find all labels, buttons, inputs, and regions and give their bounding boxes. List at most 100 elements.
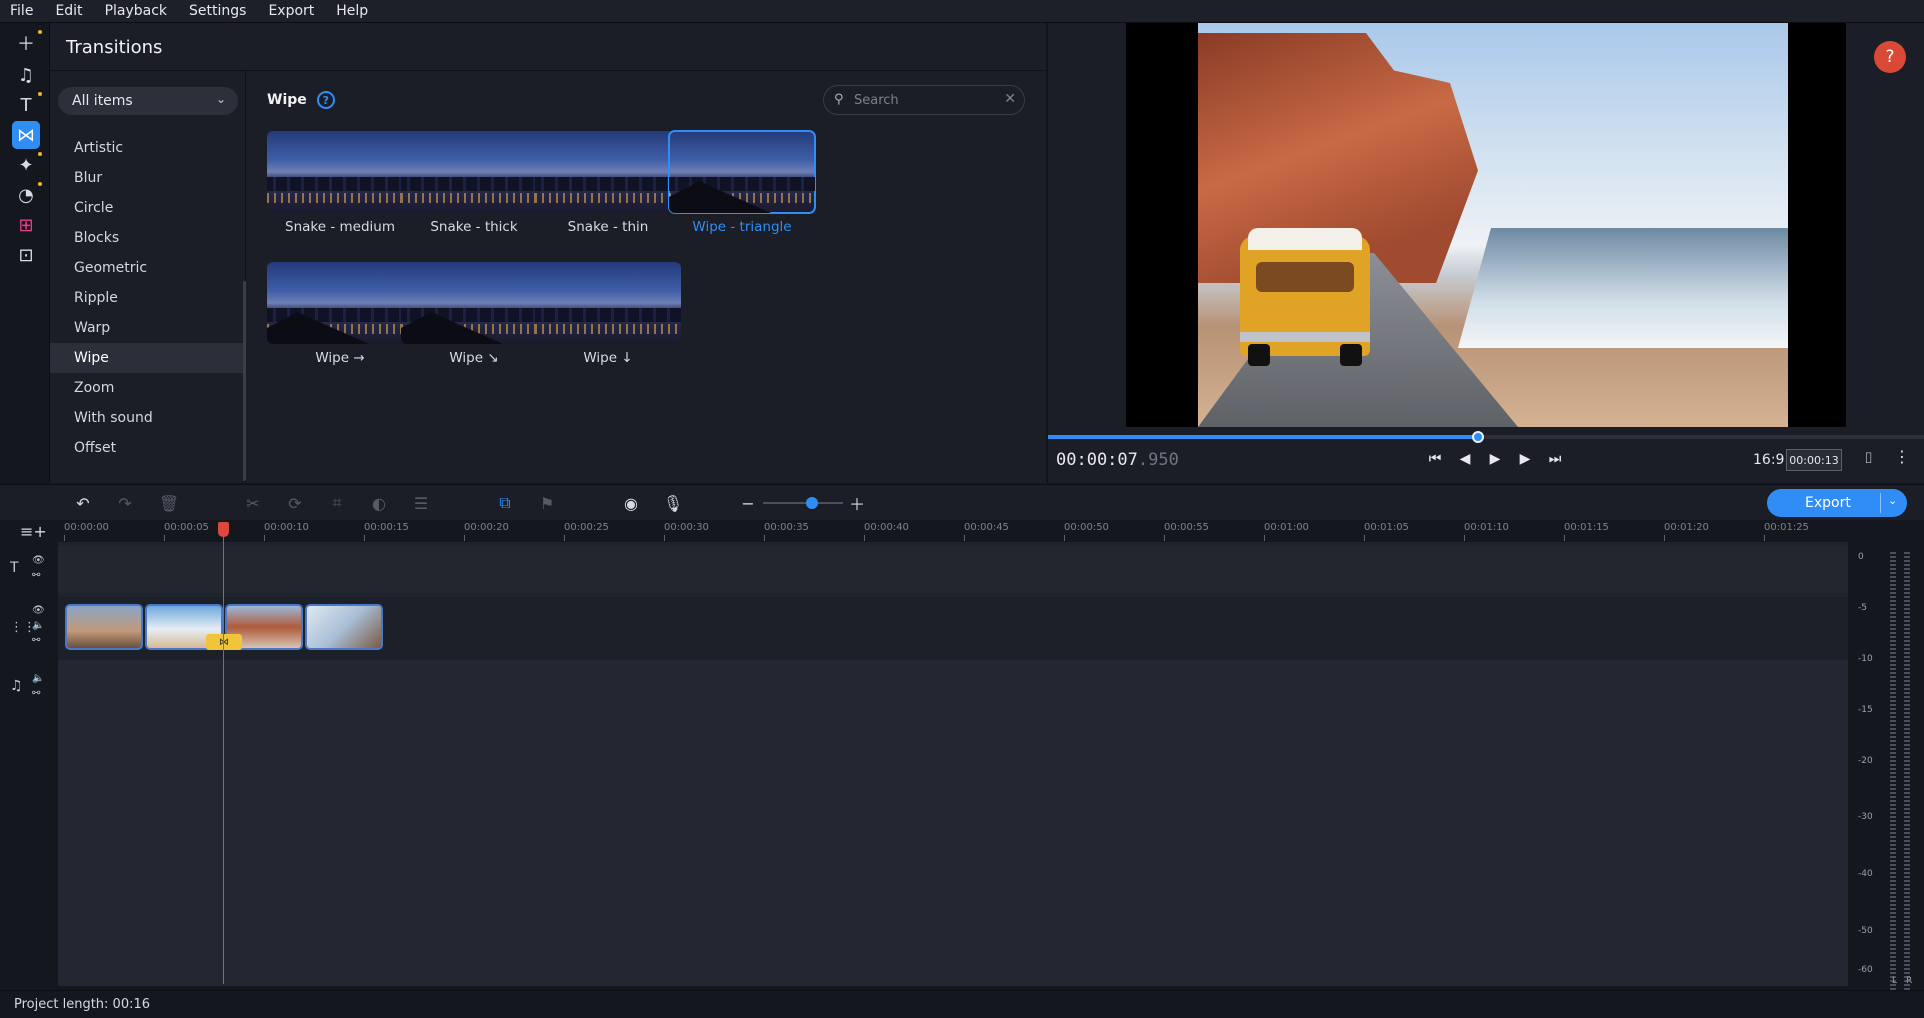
visibility-eye-icon[interactable]: 👁 (32, 605, 45, 616)
microphone-icon[interactable]: 🎙 (662, 492, 684, 514)
category-ripple[interactable]: Ripple (50, 283, 243, 313)
ruler-tick: 00:00:30 (664, 522, 709, 541)
store-icon[interactable]: ⊞ (12, 211, 40, 239)
category-blur[interactable]: Blur (50, 163, 243, 193)
time-ruler[interactable]: 00:00:00 00:00:05 00:00:10 00:00:15 00:00:20… (58, 520, 1848, 542)
video-clip[interactable] (305, 604, 383, 650)
volume-icon[interactable]: 🔈 (32, 620, 44, 631)
transition-label: Wipe ↘ (449, 350, 499, 366)
search-input[interactable] (854, 90, 994, 110)
step-back-icon[interactable]: ◀︎ (1454, 448, 1476, 470)
chevron-down-icon: ⌄ (215, 92, 226, 106)
visibility-eye-icon[interactable]: 👁 (32, 555, 45, 566)
category-artistic[interactable]: Artistic (50, 133, 243, 163)
menu-playback[interactable]: Playback (105, 3, 167, 19)
text-track[interactable] (58, 546, 1848, 593)
delete-icon[interactable]: 🗑 (158, 492, 180, 514)
menu-edit[interactable]: Edit (55, 3, 82, 19)
more-vertical-icon[interactable]: ⋮ (1894, 447, 1910, 466)
category-zoom[interactable]: Zoom (50, 373, 243, 403)
chevron-down-icon[interactable]: ⌄ (1888, 494, 1897, 507)
category-geometric[interactable]: Geometric (50, 253, 243, 283)
category-offset[interactable]: Offset (50, 433, 243, 463)
ruler-tick: 00:00:15 (364, 522, 409, 541)
webcam-icon[interactable]: ◉ (620, 492, 642, 514)
video-preview[interactable] (1126, 23, 1846, 427)
transition-snake-thick[interactable]: Snake - thick (401, 131, 547, 235)
cut-icon[interactable]: ✂ (242, 492, 264, 514)
transition-wipe-right[interactable]: Wipe → (267, 262, 413, 366)
overlay-icon[interactable]: ⧉ (494, 492, 516, 514)
export-button[interactable]: Export ⌄ (1767, 489, 1907, 517)
unlink-icon[interactable]: ⚯ (32, 688, 40, 699)
category-circle[interactable]: Circle (50, 193, 243, 223)
plus-icon[interactable]: ＋ (12, 29, 42, 57)
music-note-icon[interactable]: ♫ (12, 61, 40, 89)
audio-track[interactable] (58, 660, 1848, 986)
magic-wand-icon[interactable]: ✦ (12, 151, 42, 179)
menu-settings[interactable]: Settings (189, 3, 246, 19)
meter-db-label: -5 (1858, 603, 1867, 613)
filter-dropdown-value: All items (72, 93, 133, 109)
zoom-slider[interactable] (763, 502, 843, 504)
transition-wipe-triangle[interactable]: Wipe - triangle (668, 130, 816, 235)
marker-flag-icon[interactable]: ⚑ (536, 492, 558, 514)
ruler-tick: 00:00:45 (964, 522, 1009, 541)
transition-snake-medium[interactable]: Snake - medium (267, 131, 413, 235)
transitions-grid: Wipe ? ⚲ ✕ Snake - medium Snake - thick … (247, 71, 1046, 483)
preview-panel: ? 00:00:07.950 ⏮ ◀︎ ▶ ▶︎ ⏭ 16:9 00:00:13… (1047, 23, 1924, 483)
menu-export[interactable]: Export (268, 3, 314, 19)
sticker-icon[interactable]: ◔ (12, 181, 42, 209)
zoom-in-icon[interactable]: ＋ (846, 492, 868, 514)
zoom-slider-handle[interactable] (806, 497, 818, 509)
video-clip[interactable] (65, 604, 143, 650)
search-icon: ⚲ (834, 92, 844, 107)
add-track-icon[interactable]: ≡+ (20, 522, 47, 541)
category-blocks[interactable]: Blocks (50, 223, 243, 253)
timecode-main: 00:00:07 (1056, 450, 1138, 470)
transition-wipe-diagonal[interactable]: Wipe ↘ (401, 262, 547, 366)
timeline-toolbar: ↶ ↷ 🗑 ✂ ⟳ ⌗ ◐ ☰ ⧉ ⚑ ◉ 🎙 − ＋ Export ⌄ (0, 484, 1924, 520)
meter-channel-left: L (1892, 976, 1898, 986)
meter-db-label: 0 (1858, 552, 1864, 562)
duration-field[interactable]: 00:00:13 (1786, 449, 1842, 471)
scrub-handle[interactable] (1471, 431, 1484, 443)
unlink-icon[interactable]: ⚯ (32, 635, 40, 646)
rotate-icon[interactable]: ⟳ (284, 492, 306, 514)
help-button[interactable]: ? (1874, 41, 1906, 73)
ruler-tick: 00:00:35 (764, 522, 809, 541)
color-adjust-icon[interactable]: ◐ (368, 492, 390, 514)
skip-to-start-icon[interactable]: ⏮ (1424, 448, 1446, 470)
transitions-icon[interactable]: ⋈ (12, 121, 40, 149)
crop-icon[interactable]: ⌗ (326, 492, 348, 514)
menu-file[interactable]: File (10, 3, 33, 19)
unlink-icon[interactable]: ⚯ (32, 570, 40, 581)
clear-search-icon[interactable]: ✕ (1004, 91, 1016, 107)
transition-marker[interactable]: ⋈ (206, 634, 242, 650)
volume-icon[interactable]: 🔈 (32, 673, 44, 684)
ruler-tick: 00:00:00 (64, 522, 109, 541)
transition-wipe-down[interactable]: Wipe ↓ (535, 262, 681, 366)
text-icon[interactable]: T (12, 91, 42, 119)
category-scrollbar[interactable] (243, 281, 246, 481)
redo-icon[interactable]: ↷ (114, 492, 136, 514)
undo-icon[interactable]: ↶ (72, 492, 94, 514)
transition-snake-thin[interactable]: Snake - thin (535, 131, 681, 235)
category-with-sound[interactable]: With sound (50, 403, 243, 433)
preview-frame (1198, 23, 1788, 427)
snapshot-camera-icon[interactable]: ⌷ (1864, 449, 1873, 467)
widgets-icon[interactable]: ⊡ (12, 241, 40, 269)
category-wipe[interactable]: Wipe (50, 343, 243, 373)
scrub-bar[interactable] (1048, 431, 1924, 443)
play-icon[interactable]: ▶ (1484, 448, 1506, 470)
zoom-out-icon[interactable]: − (737, 492, 759, 514)
category-warp[interactable]: Warp (50, 313, 243, 343)
filter-dropdown[interactable]: All items ⌄ (58, 87, 238, 115)
skip-to-end-icon[interactable]: ⏭ (1544, 448, 1566, 470)
step-forward-icon[interactable]: ▶︎ (1514, 448, 1536, 470)
help-circle-icon[interactable]: ? (316, 91, 335, 109)
properties-icon[interactable]: ☰ (410, 492, 432, 514)
menu-help[interactable]: Help (336, 3, 368, 19)
playhead-handle[interactable] (218, 522, 229, 537)
aspect-ratio[interactable]: 16:9 (1753, 452, 1784, 468)
